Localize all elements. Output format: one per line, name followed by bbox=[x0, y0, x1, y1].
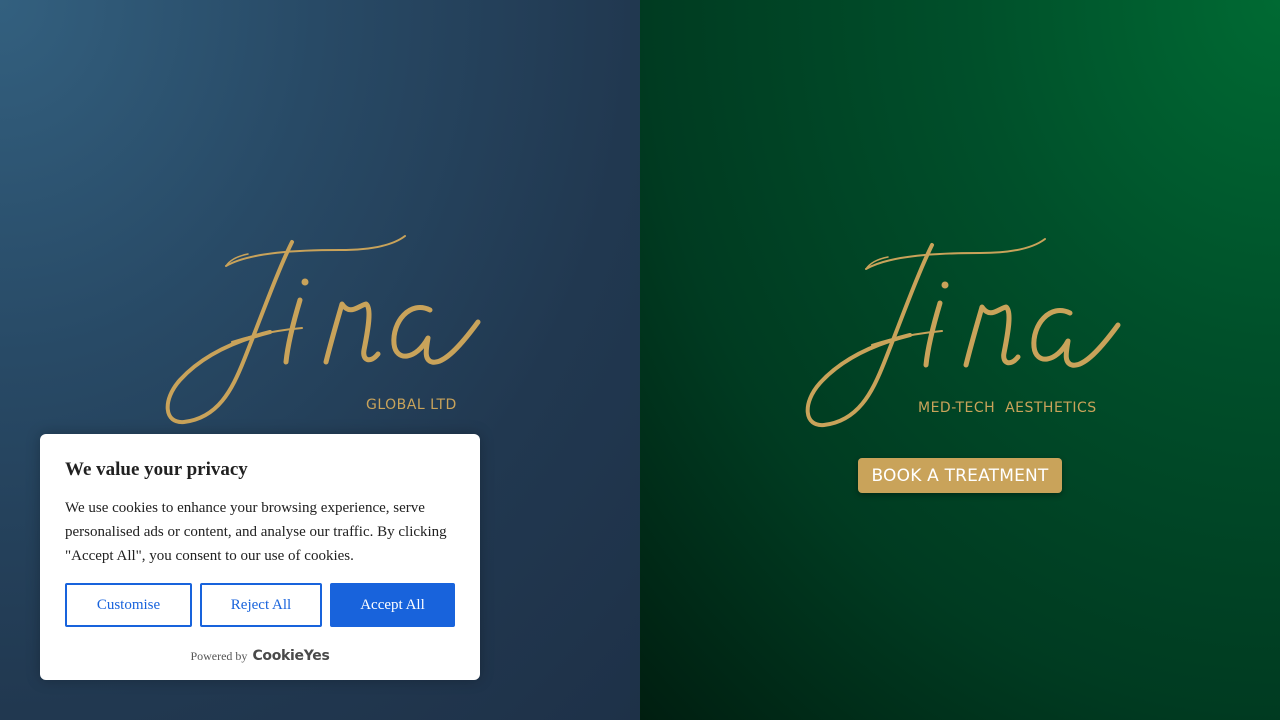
cookie-banner-title: We value your privacy bbox=[65, 459, 248, 480]
customise-button[interactable]: Customise bbox=[65, 583, 192, 627]
cookie-actions: Customise Reject All Accept All bbox=[65, 583, 455, 627]
cookieyes-logo[interactable]: CookieYes bbox=[252, 648, 329, 664]
reject-all-button[interactable]: Reject All bbox=[200, 583, 322, 627]
powered-by-label: Powered by bbox=[190, 648, 248, 663]
brand-subtitle: GLOBAL LTD bbox=[366, 397, 457, 413]
brand-subtitle: MED-TECH AESTHETICS bbox=[918, 400, 1097, 416]
cookie-consent-banner: We value your privacy We use cookies to … bbox=[40, 434, 480, 680]
cookie-banner-message: We use cookies to enhance your browsing … bbox=[65, 500, 447, 564]
book-treatment-button[interactable]: BOOK A TREATMENT bbox=[858, 458, 1062, 493]
accept-all-button[interactable]: Accept All bbox=[330, 583, 455, 627]
powered-by: Powered by CookieYes bbox=[40, 648, 480, 664]
